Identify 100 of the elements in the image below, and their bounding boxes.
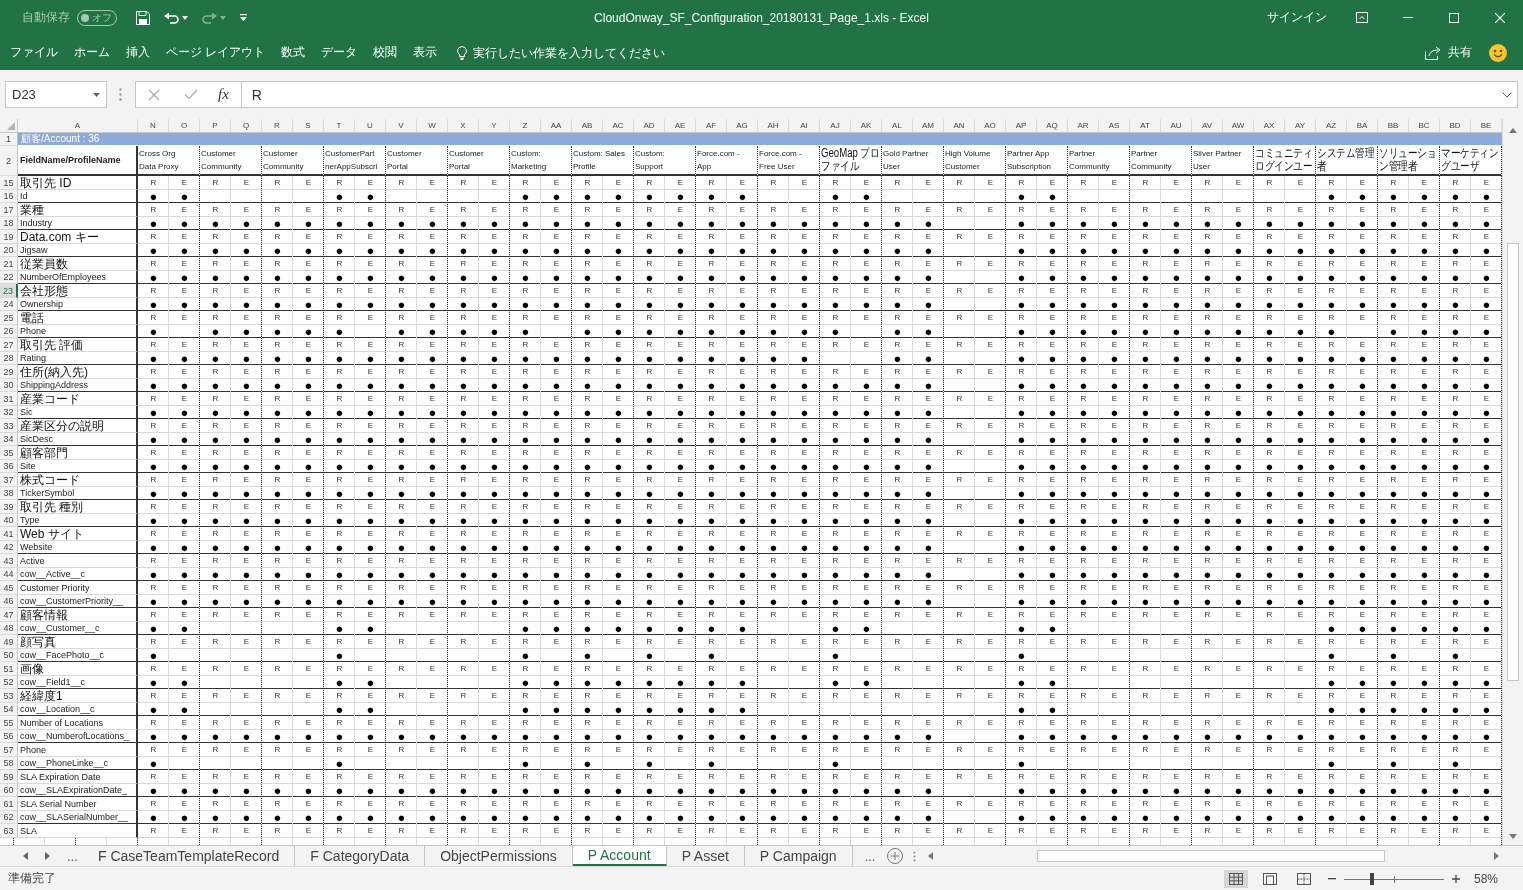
row-header[interactable]: 60: [0, 784, 18, 797]
column-header[interactable]: BB: [1378, 119, 1409, 133]
share-button[interactable]: 共有: [1425, 44, 1472, 61]
row-header[interactable]: 49: [0, 635, 18, 649]
column-header[interactable]: AM: [913, 119, 944, 133]
right-triangle-icon[interactable]: [45, 852, 50, 860]
column-header[interactable]: AU: [1161, 119, 1192, 133]
row-header[interactable]: 51: [0, 662, 18, 676]
grip-icon[interactable]: [913, 850, 917, 862]
column-header[interactable]: AL: [882, 119, 913, 133]
name-box[interactable]: D23: [5, 81, 107, 108]
row-header[interactable]: 48: [0, 622, 18, 635]
row-header[interactable]: 61: [0, 797, 18, 811]
row-header[interactable]: 50: [0, 649, 18, 662]
row-header[interactable]: 1: [0, 133, 18, 146]
column-header[interactable]: AX: [1254, 119, 1285, 133]
row-header[interactable]: 20: [0, 244, 18, 257]
ribbon-tab[interactable]: ファイル: [2, 41, 66, 64]
curved-left-arrow-icon[interactable]: [164, 11, 179, 24]
row-header[interactable]: 18: [0, 217, 18, 230]
zoom-percentage[interactable]: 58%: [1473, 871, 1498, 886]
row-header[interactable]: 35: [0, 446, 18, 460]
row-header[interactable]: 27: [0, 338, 18, 352]
column-header[interactable]: AV: [1192, 119, 1223, 133]
column-header[interactable]: AN: [944, 119, 975, 133]
ribbon-tab[interactable]: 数式: [273, 41, 314, 64]
column-header[interactable]: AB: [572, 119, 603, 133]
ribbon-tab[interactable]: ホーム: [66, 41, 118, 64]
maximize-icon[interactable]: [1449, 12, 1459, 23]
row-header[interactable]: 47: [0, 608, 18, 622]
column-header[interactable]: S: [293, 119, 324, 133]
row-header[interactable]: 45: [0, 581, 18, 595]
column-header[interactable]: AG: [727, 119, 758, 133]
column-header[interactable]: AP: [1006, 119, 1037, 133]
lightbulb-icon[interactable]: [457, 45, 468, 60]
column-header[interactable]: BD: [1440, 119, 1471, 133]
row-header[interactable]: 17: [0, 203, 18, 217]
row-header[interactable]: 26: [0, 325, 18, 338]
view-button[interactable]: [1223, 869, 1248, 888]
column-header[interactable]: AQ: [1037, 119, 1068, 133]
column-header[interactable]: AZ: [1316, 119, 1347, 133]
row-header[interactable]: 24: [0, 298, 18, 311]
left-triangle-icon[interactable]: [23, 852, 28, 860]
row-header[interactable]: 30: [0, 379, 18, 392]
left-triangle-icon[interactable]: [928, 852, 934, 860]
row-header[interactable]: 62: [0, 811, 18, 824]
scrollbar-thumb[interactable]: [1507, 243, 1519, 681]
row-header[interactable]: 2: [0, 146, 18, 176]
row-header[interactable]: 29: [0, 365, 18, 379]
column-header[interactable]: BE: [1471, 119, 1502, 133]
down-triangle-icon[interactable]: [1509, 834, 1517, 839]
row-header[interactable]: 43: [0, 554, 18, 568]
row-header[interactable]: 31: [0, 392, 18, 406]
close-icon[interactable]: [1495, 12, 1505, 23]
row-header[interactable]: 54: [0, 703, 18, 716]
row-header[interactable]: 40: [0, 514, 18, 527]
column-header[interactable]: P: [200, 119, 231, 133]
column-header[interactable]: Z: [510, 119, 541, 133]
column-header[interactable]: AH: [758, 119, 789, 133]
row-header[interactable]: 46: [0, 595, 18, 608]
row-header[interactable]: 15: [0, 176, 18, 190]
chevron-down-icon[interactable]: [1502, 91, 1512, 98]
column-header[interactable]: AK: [851, 119, 882, 133]
row-header[interactable]: 19: [0, 230, 18, 244]
ribbon-tab[interactable]: 挿入: [118, 41, 158, 64]
caret-icon[interactable]: [182, 15, 188, 20]
more-sheets-button[interactable]: ...: [67, 849, 78, 863]
row-header[interactable]: 36: [0, 460, 18, 473]
row-header[interactable]: 33: [0, 419, 18, 433]
row-header[interactable]: 53: [0, 689, 18, 703]
row-header[interactable]: 23: [0, 284, 18, 298]
sheet-tab[interactable]: P Account: [572, 846, 667, 866]
row-header[interactable]: 34: [0, 433, 18, 446]
column-header[interactable]: BC: [1409, 119, 1440, 133]
more-sheets-button[interactable]: ...: [864, 849, 876, 863]
ribbon-tab[interactable]: 校閲: [365, 41, 406, 64]
column-header[interactable]: BA: [1347, 119, 1378, 133]
row-header[interactable]: 25: [0, 311, 18, 325]
plus-circle-icon[interactable]: [887, 848, 904, 864]
column-header[interactable]: AT: [1130, 119, 1161, 133]
column-header[interactable]: AD: [634, 119, 665, 133]
column-header[interactable]: AY: [1285, 119, 1316, 133]
column-header[interactable]: AR: [1068, 119, 1099, 133]
row-header[interactable]: 63: [0, 824, 18, 838]
column-header[interactable]: R: [262, 119, 293, 133]
row-header[interactable]: 21: [0, 257, 18, 271]
caret-icon[interactable]: [93, 92, 100, 97]
ribbon-tab[interactable]: ページ レイアウト: [158, 41, 274, 64]
smiley-icon[interactable]: [1489, 43, 1507, 62]
slider-thumb[interactable]: [1369, 872, 1374, 885]
column-header[interactable]: N: [138, 119, 169, 133]
row-header[interactable]: 56: [0, 730, 18, 743]
column-header[interactable]: AC: [603, 119, 634, 133]
zoom-slider[interactable]: [1343, 872, 1444, 885]
column-header[interactable]: X: [448, 119, 479, 133]
column-header[interactable]: AI: [789, 119, 820, 133]
formula-field[interactable]: R: [240, 82, 1497, 107]
row-header[interactable]: 32: [0, 406, 18, 419]
row-header[interactable]: 57: [0, 743, 18, 757]
column-header[interactable]: O: [169, 119, 200, 133]
